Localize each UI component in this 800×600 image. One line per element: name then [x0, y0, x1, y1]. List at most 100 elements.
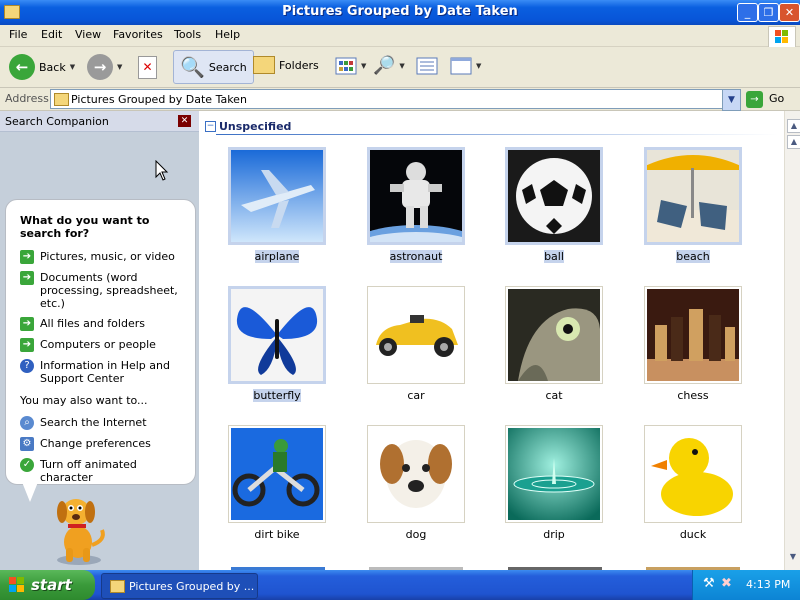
address-input[interactable]: Pictures Grouped by Date Taken: [50, 89, 724, 109]
menu-help[interactable]: Help: [215, 28, 240, 41]
thumbnail-label[interactable]: astronaut: [366, 250, 466, 263]
thumbnail-beach[interactable]: [644, 147, 742, 245]
cat-image: [508, 289, 600, 381]
title-bar[interactable]: Pictures Grouped by Date Taken _ ❐ ✕: [0, 0, 800, 25]
close-button[interactable]: ✕: [779, 3, 800, 22]
go-arrow-icon[interactable]: →: [746, 91, 763, 108]
thumbnail-cat[interactable]: [505, 286, 603, 384]
thumbnail-label[interactable]: dirt bike: [227, 528, 327, 541]
back-button[interactable]: ← Back ▼: [9, 54, 75, 80]
also-label: You may also want to...: [20, 394, 148, 407]
network-icon[interactable]: ⚒: [703, 576, 715, 591]
folders-button[interactable]: Folders: [253, 56, 319, 74]
address-value: Pictures Grouped by Date Taken: [71, 93, 247, 106]
option-computers[interactable]: ➔ Computers or people: [20, 338, 192, 352]
preferences-icon: ⚙: [20, 437, 34, 451]
thumbnail-label[interactable]: beach: [643, 250, 743, 263]
close-pane-button[interactable]: ✕: [178, 115, 191, 127]
maximize-button[interactable]: ❐: [758, 3, 779, 22]
views-button[interactable]: ▼: [335, 57, 366, 75]
search-button[interactable]: 🔍 Search: [173, 50, 254, 84]
thumbnail-label[interactable]: chess: [643, 389, 743, 402]
chess-image: [647, 289, 739, 381]
butterfly-image: [231, 289, 323, 381]
menu-favorites[interactable]: Favorites: [113, 28, 163, 41]
thumbnail-label[interactable]: airplane: [227, 250, 327, 263]
scroll-up-icon[interactable]: ▲: [787, 135, 800, 149]
thumbnail-chess[interactable]: [644, 286, 742, 384]
thumbnail-ball[interactable]: [505, 147, 603, 245]
magnifier-icon: 🔎: [373, 55, 396, 76]
zoom-button[interactable]: 🔎 ▼: [373, 55, 405, 76]
chevron-down-icon[interactable]: ▼: [70, 63, 75, 71]
search-icon: 🔍: [180, 55, 205, 79]
astronaut-image: [370, 150, 462, 242]
search-question: What do you want to search for?: [20, 214, 150, 240]
toolbar: ← Back ▼ → ▼ ✕ 🔍 Search Folders ▼ 🔎 ▼ ▼: [0, 47, 800, 88]
thumbnail-label[interactable]: dog: [366, 528, 466, 541]
option-turn-off-character[interactable]: ✓ Turn off animated character: [20, 458, 192, 484]
option-all-files[interactable]: ➔ All files and folders: [20, 317, 192, 331]
layout-button[interactable]: ▼: [450, 57, 481, 75]
thumbnail-label[interactable]: butterfly: [227, 389, 327, 402]
dirt-bike-image: [231, 428, 323, 520]
details-button[interactable]: [416, 57, 438, 75]
chevron-down-icon[interactable]: ▼: [361, 62, 366, 70]
thumbnail-label[interactable]: drip: [504, 528, 604, 541]
back-label: Back: [39, 60, 66, 74]
thumbnail-butterfly[interactable]: [228, 286, 326, 384]
menu-view[interactable]: View: [75, 28, 101, 41]
forward-button[interactable]: → ▼: [87, 54, 122, 80]
scroll-down-icon[interactable]: ▼: [787, 551, 799, 563]
thumbnail-drip[interactable]: [505, 425, 603, 523]
option-change-preferences[interactable]: ⚙ Change preferences: [20, 437, 192, 451]
menu-edit[interactable]: Edit: [41, 28, 62, 41]
folders-icon: [253, 56, 275, 74]
stop-button[interactable]: ✕: [138, 56, 157, 79]
mouse-cursor-icon: [155, 160, 169, 181]
chevron-down-icon[interactable]: ▼: [399, 62, 404, 70]
go-button[interactable]: Go: [769, 92, 784, 105]
thumbnail-car[interactable]: [367, 286, 465, 384]
thumbnail-label[interactable]: car: [366, 389, 466, 402]
volume-icon[interactable]: ✖: [721, 576, 732, 591]
folders-label: Folders: [279, 58, 319, 72]
menu-tools[interactable]: Tools: [174, 28, 201, 41]
thumbnail-label[interactable]: duck: [643, 528, 743, 541]
search-dog-icon[interactable]: [48, 490, 110, 566]
thumbnail-dirt-bike[interactable]: [228, 425, 326, 523]
clock[interactable]: 4:13 PM: [746, 578, 790, 591]
option-help[interactable]: ? Information in Help and Support Center: [20, 359, 170, 385]
start-button[interactable]: start: [0, 570, 95, 600]
car-image: [370, 289, 462, 381]
chevron-down-icon[interactable]: ▼: [476, 62, 481, 70]
beach-image: [647, 150, 739, 242]
scroll-up-icon[interactable]: ▲: [787, 119, 800, 133]
collapse-icon[interactable]: −: [205, 121, 216, 132]
thumbnail-duck[interactable]: [644, 425, 742, 523]
group-header[interactable]: − Unspecified: [205, 120, 291, 133]
thumbnail-dog[interactable]: [367, 425, 465, 523]
taskbar-window-button[interactable]: Pictures Grouped by ...: [101, 573, 258, 599]
option-pictures[interactable]: ➔ Pictures, music, or video: [20, 250, 192, 264]
thumbnail-astronaut[interactable]: [367, 147, 465, 245]
character-icon: ✓: [20, 458, 34, 472]
thumbnail-label[interactable]: ball: [504, 250, 604, 263]
search-bubble: What do you want to search for? ➔ Pictur…: [5, 199, 196, 485]
thumbnail-label[interactable]: cat: [504, 389, 604, 402]
views-icon: [335, 57, 357, 75]
address-label: Address: [5, 92, 49, 105]
vertical-scrollbar[interactable]: ▲ ▲ ▼: [784, 111, 800, 570]
folder-icon: [110, 580, 125, 593]
option-search-internet[interactable]: ⌕ Search the Internet: [20, 416, 192, 430]
green-arrow-icon: ➔: [20, 271, 34, 285]
option-documents[interactable]: ➔ Documents (word processing, spreadshee…: [20, 271, 180, 310]
chevron-down-icon[interactable]: ▼: [117, 63, 122, 71]
green-arrow-icon: ➔: [20, 317, 34, 331]
group-title: Unspecified: [219, 120, 292, 133]
address-dropdown-button[interactable]: ▼: [722, 89, 741, 111]
minimize-button[interactable]: _: [737, 3, 758, 22]
back-arrow-icon: ←: [9, 54, 35, 80]
menu-file[interactable]: File: [9, 28, 27, 41]
thumbnail-airplane[interactable]: [228, 147, 326, 245]
